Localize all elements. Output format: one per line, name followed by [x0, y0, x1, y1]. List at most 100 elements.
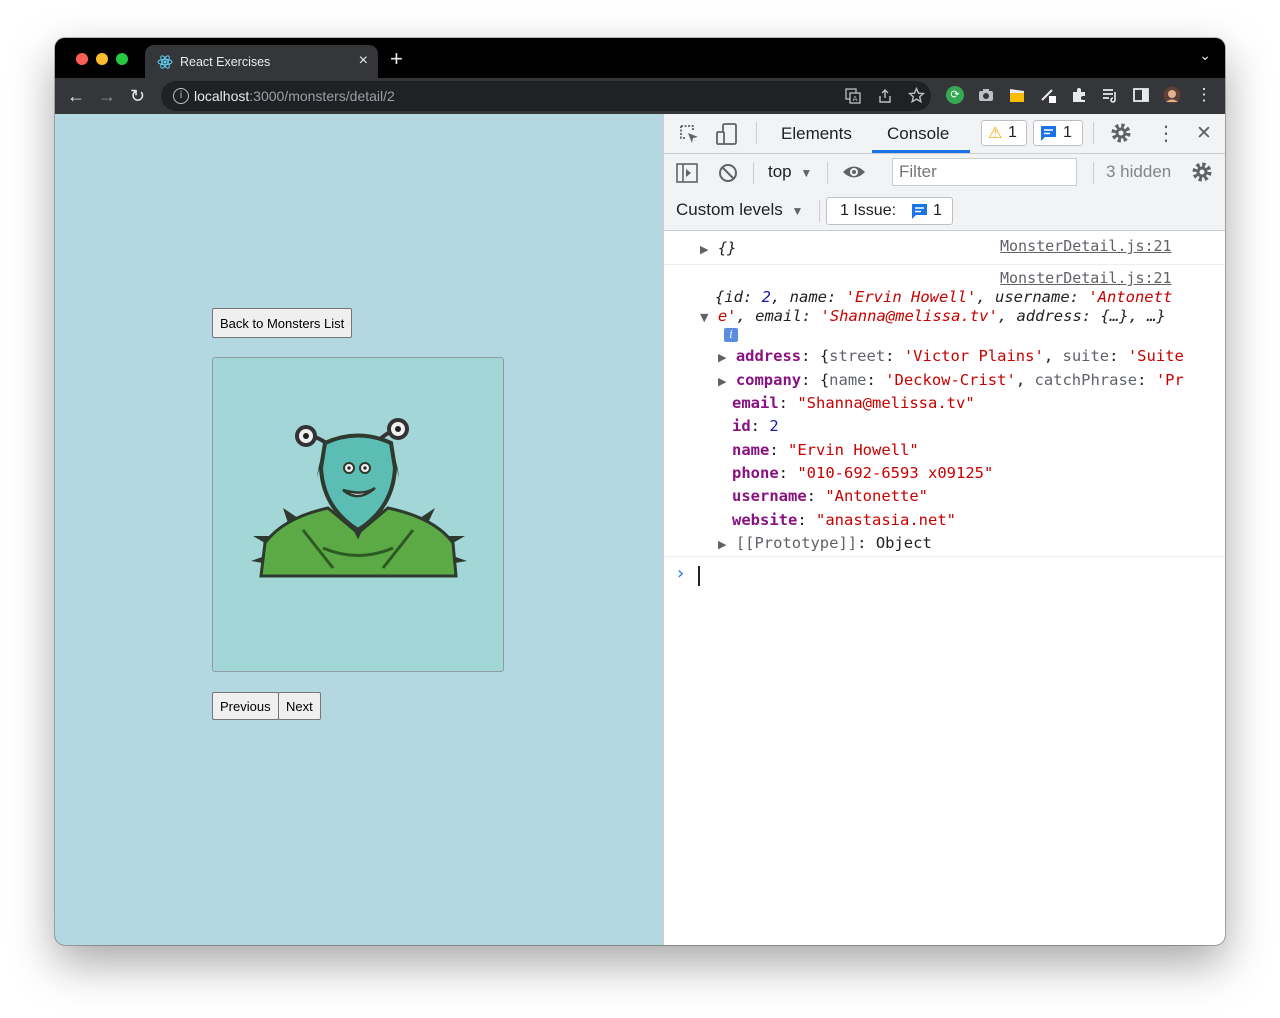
clear-console-icon[interactable]: [718, 163, 738, 183]
prop-row-address[interactable]: ▶ address: {street: 'Victor Plains', sui…: [718, 347, 1184, 365]
more-options-icon[interactable]: ⋮: [1156, 121, 1176, 145]
hidden-count: 3 hidden: [1106, 162, 1172, 181]
show-sidebar-icon[interactable]: [676, 163, 698, 183]
live-expression-eye-icon[interactable]: [842, 164, 866, 180]
issue-message-icon: [912, 204, 927, 219]
back-icon[interactable]: ←: [67, 83, 85, 109]
messages-badge[interactable]: 1: [1033, 120, 1083, 146]
toolbar-divider: [827, 162, 828, 184]
device-toolbar-icon[interactable]: [715, 122, 739, 146]
expand-triangle-icon[interactable]: ▶: [718, 375, 726, 388]
address-bar[interactable]: i localhost:3000/monsters/detail/2 A: [161, 81, 931, 111]
collapse-triangle-icon[interactable]: ▼: [700, 311, 708, 324]
extension-refresh-icon[interactable]: ⟳: [946, 86, 964, 104]
previous-button[interactable]: Previous: [212, 692, 279, 720]
back-to-monsters-button[interactable]: Back to Monsters List: [212, 308, 353, 338]
entry-divider: [664, 556, 1225, 557]
bookmark-star-icon[interactable]: [908, 87, 925, 104]
prop-row-website: website: "anastasia.net": [732, 511, 956, 529]
log-preview: {}: [717, 239, 737, 257]
toolbar-divider: [1093, 122, 1094, 144]
prop-row-name: name: "Ervin Howell": [732, 441, 919, 459]
site-info-icon[interactable]: i: [173, 88, 189, 104]
info-icon[interactable]: i: [724, 328, 738, 342]
company-preview: {name: 'Deckow-Crist', catchPhrase: 'Pr: [819, 371, 1184, 389]
console-input[interactable]: [696, 566, 1216, 588]
close-devtools-icon[interactable]: ✕: [1196, 122, 1212, 144]
prop-row-id: id: 2: [732, 417, 779, 435]
media-queue-icon[interactable]: [1101, 86, 1119, 104]
address-preview: {street: 'Victor Plains', suite: 'Suite: [819, 347, 1184, 365]
chevron-down-icon: ▼: [800, 166, 813, 180]
pen-extension-icon[interactable]: [1039, 86, 1057, 104]
prop-row-phone: phone: "010-692-6593 x09125": [732, 464, 994, 482]
expand-triangle-icon[interactable]: ▶: [718, 351, 726, 364]
url-text: localhost:3000/monsters/detail/2: [194, 88, 395, 104]
console-entry-empty-object[interactable]: ▶ {}: [700, 239, 736, 257]
toolbar-divider: [819, 200, 820, 222]
share-icon[interactable]: [877, 88, 893, 104]
toolbar-divider: [1093, 162, 1094, 184]
tab-elements[interactable]: Elements: [781, 124, 852, 144]
prop-row-username: username: "Antonette": [732, 487, 928, 505]
monster-image: [212, 357, 504, 672]
context-selector[interactable]: top ▼: [768, 162, 812, 182]
tab-title: React Exercises: [180, 55, 271, 69]
tab-search-icon[interactable]: ⌄: [1199, 47, 1211, 64]
chrome-menu-icon[interactable]: ⋮: [1195, 86, 1213, 104]
devtools-panel: Elements Console ⚠ 1 1 ⋮ ✕ top ▼ Filter …: [663, 114, 1225, 945]
close-window-button[interactable]: [76, 53, 88, 65]
message-count: 1: [1063, 124, 1072, 141]
browser-window: React Exercises × + ⌄ ← → ↻ i localhost:…: [55, 38, 1225, 945]
expand-triangle-icon[interactable]: ▶: [700, 243, 708, 256]
issues-count: 1: [933, 202, 942, 219]
warnings-badge[interactable]: ⚠ 1: [981, 120, 1027, 146]
inspect-element-icon[interactable]: [678, 123, 700, 145]
log-preview-line2[interactable]: ▼ e', email: 'Shanna@melissa.tv', addres…: [700, 307, 1166, 325]
warning-count: 1: [1008, 124, 1017, 141]
close-tab-icon[interactable]: ×: [359, 52, 368, 70]
toolbar-divider: [756, 122, 757, 144]
prop-row-prototype[interactable]: ▶ [[Prototype]]: Object: [718, 534, 932, 552]
log-levels-dropdown[interactable]: Custom levels ▼: [676, 200, 803, 220]
reload-icon[interactable]: ↻: [130, 83, 145, 109]
next-button[interactable]: Next: [278, 692, 321, 720]
camera-icon[interactable]: [977, 86, 995, 104]
chevron-down-icon: ▼: [791, 204, 804, 218]
extensions-puzzle-icon[interactable]: [1070, 86, 1088, 104]
filter-input[interactable]: [892, 158, 1077, 186]
source-link[interactable]: MonsterDetail.js:21: [1000, 269, 1172, 287]
console-toolbar: top ▼ 3 hidden: [664, 154, 1225, 192]
console-toolbar-levels: Custom levels ▼ 1 Issue: 1: [664, 192, 1225, 231]
console-prompt-icon: ›: [677, 563, 685, 584]
translate-icon[interactable]: A: [845, 88, 861, 104]
toolbar-divider: [753, 162, 754, 184]
issues-label: 1 Issue:: [840, 202, 897, 219]
expand-triangle-icon[interactable]: ▶: [718, 538, 726, 551]
clapperboard-icon[interactable]: [1008, 86, 1026, 104]
page-viewport: Back to Monsters List Previous Next: [55, 114, 663, 945]
tab-console[interactable]: Console: [887, 124, 949, 144]
settings-gear-icon[interactable]: [1110, 122, 1132, 144]
svg-text:A: A: [853, 95, 858, 103]
message-icon: [1041, 126, 1056, 141]
text-cursor: [698, 566, 700, 586]
side-panel-icon[interactable]: [1132, 86, 1150, 104]
prop-row-company[interactable]: ▶ company: {name: 'Deckow-Crist', catchP…: [718, 371, 1184, 389]
devtools-tab-bar: Elements Console ⚠ 1 1 ⋮ ✕: [664, 114, 1225, 154]
entry-divider: [664, 264, 1225, 265]
issues-button[interactable]: 1 Issue: 1: [826, 197, 953, 225]
zoom-window-button[interactable]: [116, 53, 128, 65]
new-tab-icon[interactable]: +: [390, 46, 403, 72]
profile-avatar-icon[interactable]: [1163, 86, 1181, 104]
monster-illustration: [251, 418, 467, 578]
console-settings-gear-icon[interactable]: [1191, 161, 1213, 183]
console-output: ▶ {} MonsterDetail.js:21 MonsterDetail.j…: [664, 231, 1225, 945]
browser-toolbar: ← → ↻ i localhost:3000/monsters/detail/2…: [55, 78, 1225, 114]
warning-icon: ⚠: [988, 125, 1003, 142]
forward-icon[interactable]: →: [98, 83, 116, 109]
active-tab-indicator: [872, 150, 970, 153]
minimize-window-button[interactable]: [96, 53, 108, 65]
source-link[interactable]: MonsterDetail.js:21: [1000, 237, 1172, 255]
browser-tab[interactable]: React Exercises ×: [145, 45, 378, 80]
